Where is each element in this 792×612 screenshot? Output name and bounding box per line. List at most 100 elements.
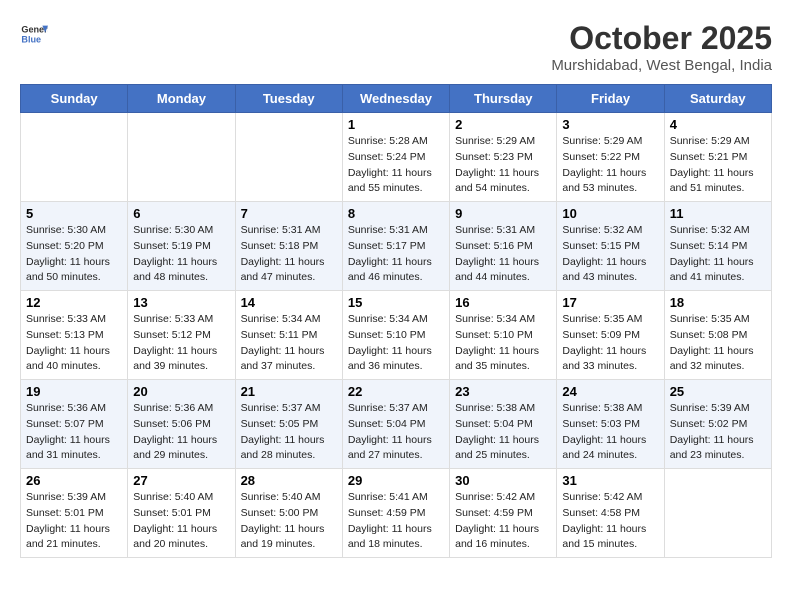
svg-text:Blue: Blue bbox=[21, 34, 41, 44]
calendar-cell: 4 Sunrise: 5:29 AMSunset: 5:21 PMDaylight… bbox=[664, 113, 771, 202]
calendar-week-row: 12 Sunrise: 5:33 AMSunset: 5:13 PMDayligh… bbox=[21, 291, 772, 380]
day-info: Sunrise: 5:29 AMSunset: 5:23 PMDaylight:… bbox=[455, 134, 551, 197]
day-of-week-header: Sunday bbox=[21, 85, 128, 113]
calendar-cell: 15 Sunrise: 5:34 AMSunset: 5:10 PMDayligh… bbox=[342, 291, 449, 380]
day-info: Sunrise: 5:29 AMSunset: 5:21 PMDaylight:… bbox=[670, 134, 766, 197]
day-info: Sunrise: 5:33 AMSunset: 5:12 PMDaylight:… bbox=[133, 312, 229, 375]
day-number: 31 bbox=[562, 473, 658, 488]
calendar-cell: 11Sunrise: 5:32 AMSunset: 5:14 PMDayligh… bbox=[664, 202, 771, 291]
day-number: 19 bbox=[26, 384, 122, 399]
day-number: 9 bbox=[455, 206, 551, 221]
day-number: 2 bbox=[455, 117, 551, 132]
calendar-cell: 22 Sunrise: 5:37 AMSunset: 5:04 PMDayligh… bbox=[342, 380, 449, 469]
day-info: Sunrise: 5:37 AMSunset: 5:05 PMDaylight:… bbox=[241, 401, 337, 464]
day-info: Sunrise: 5:40 AMSunset: 5:01 PMDaylight:… bbox=[133, 490, 229, 553]
day-info: Sunrise: 5:31 AMSunset: 5:18 PMDaylight:… bbox=[241, 223, 337, 286]
calendar-cell: 18 Sunrise: 5:35 AMSunset: 5:08 PMDayligh… bbox=[664, 291, 771, 380]
day-info: Sunrise: 5:31 AMSunset: 5:16 PMDaylight:… bbox=[455, 223, 551, 286]
calendar-cell: 29 Sunrise: 5:41 AMSunset: 4:59 PMDayligh… bbox=[342, 469, 449, 558]
calendar-week-row: 19Sunrise: 5:36 AMSunset: 5:07 PMDayligh… bbox=[21, 380, 772, 469]
day-info: Sunrise: 5:35 AMSunset: 5:09 PMDaylight:… bbox=[562, 312, 658, 375]
day-info: Sunrise: 5:35 AMSunset: 5:08 PMDaylight:… bbox=[670, 312, 766, 375]
calendar-cell: 21 Sunrise: 5:37 AMSunset: 5:05 PMDayligh… bbox=[235, 380, 342, 469]
location: Murshidabad, West Bengal, India bbox=[551, 57, 772, 74]
day-number: 1 bbox=[348, 117, 444, 132]
logo-icon: General Blue bbox=[20, 20, 48, 48]
day-number: 18 bbox=[670, 295, 766, 310]
calendar-cell: 26 Sunrise: 5:39 AMSunset: 5:01 PMDayligh… bbox=[21, 469, 128, 558]
day-number: 11 bbox=[670, 206, 766, 221]
calendar-cell: 14 Sunrise: 5:34 AMSunset: 5:11 PMDayligh… bbox=[235, 291, 342, 380]
day-info: Sunrise: 5:34 AMSunset: 5:10 PMDaylight:… bbox=[455, 312, 551, 375]
logo: General Blue bbox=[20, 20, 52, 48]
day-info: Sunrise: 5:42 AMSunset: 4:58 PMDaylight:… bbox=[562, 490, 658, 553]
day-number: 16 bbox=[455, 295, 551, 310]
day-info: Sunrise: 5:41 AMSunset: 4:59 PMDaylight:… bbox=[348, 490, 444, 553]
title-block: October 2025 Murshidabad, West Bengal, I… bbox=[551, 20, 772, 74]
day-number: 30 bbox=[455, 473, 551, 488]
calendar-cell: 7 Sunrise: 5:31 AMSunset: 5:18 PMDaylight… bbox=[235, 202, 342, 291]
day-number: 14 bbox=[241, 295, 337, 310]
day-info: Sunrise: 5:31 AMSunset: 5:17 PMDaylight:… bbox=[348, 223, 444, 286]
day-info: Sunrise: 5:37 AMSunset: 5:04 PMDaylight:… bbox=[348, 401, 444, 464]
day-info: Sunrise: 5:34 AMSunset: 5:11 PMDaylight:… bbox=[241, 312, 337, 375]
calendar-cell: 24 Sunrise: 5:38 AMSunset: 5:03 PMDayligh… bbox=[557, 380, 664, 469]
day-info: Sunrise: 5:32 AMSunset: 5:15 PMDaylight:… bbox=[562, 223, 658, 286]
day-number: 8 bbox=[348, 206, 444, 221]
calendar-cell bbox=[21, 113, 128, 202]
day-number: 5 bbox=[26, 206, 122, 221]
calendar-cell: 2 Sunrise: 5:29 AMSunset: 5:23 PMDaylight… bbox=[450, 113, 557, 202]
day-number: 13 bbox=[133, 295, 229, 310]
day-info: Sunrise: 5:38 AMSunset: 5:03 PMDaylight:… bbox=[562, 401, 658, 464]
day-number: 4 bbox=[670, 117, 766, 132]
calendar-week-row: 1Sunrise: 5:28 AMSunset: 5:24 PMDaylight… bbox=[21, 113, 772, 202]
calendar-cell: 1Sunrise: 5:28 AMSunset: 5:24 PMDaylight… bbox=[342, 113, 449, 202]
day-number: 24 bbox=[562, 384, 658, 399]
day-number: 27 bbox=[133, 473, 229, 488]
day-info: Sunrise: 5:33 AMSunset: 5:13 PMDaylight:… bbox=[26, 312, 122, 375]
day-info: Sunrise: 5:39 AMSunset: 5:01 PMDaylight:… bbox=[26, 490, 122, 553]
day-info: Sunrise: 5:34 AMSunset: 5:10 PMDaylight:… bbox=[348, 312, 444, 375]
day-number: 29 bbox=[348, 473, 444, 488]
page-header: General Blue October 2025 Murshidabad, W… bbox=[20, 20, 772, 74]
day-number: 21 bbox=[241, 384, 337, 399]
calendar-cell: 23Sunrise: 5:38 AMSunset: 5:04 PMDayligh… bbox=[450, 380, 557, 469]
calendar-cell: 3Sunrise: 5:29 AMSunset: 5:22 PMDaylight… bbox=[557, 113, 664, 202]
day-info: Sunrise: 5:30 AMSunset: 5:19 PMDaylight:… bbox=[133, 223, 229, 286]
day-of-week-header: Wednesday bbox=[342, 85, 449, 113]
day-number: 7 bbox=[241, 206, 337, 221]
calendar-cell: 20Sunrise: 5:36 AMSunset: 5:06 PMDayligh… bbox=[128, 380, 235, 469]
calendar-week-row: 26 Sunrise: 5:39 AMSunset: 5:01 PMDayligh… bbox=[21, 469, 772, 558]
calendar-cell: 25 Sunrise: 5:39 AMSunset: 5:02 PMDayligh… bbox=[664, 380, 771, 469]
day-number: 17 bbox=[562, 295, 658, 310]
day-number: 22 bbox=[348, 384, 444, 399]
calendar-table: SundayMondayTuesdayWednesdayThursdayFrid… bbox=[20, 84, 772, 558]
calendar-cell bbox=[235, 113, 342, 202]
day-info: Sunrise: 5:30 AMSunset: 5:20 PMDaylight:… bbox=[26, 223, 122, 286]
calendar-cell: 19Sunrise: 5:36 AMSunset: 5:07 PMDayligh… bbox=[21, 380, 128, 469]
day-number: 20 bbox=[133, 384, 229, 399]
calendar-cell: 30 Sunrise: 5:42 AMSunset: 4:59 PMDayligh… bbox=[450, 469, 557, 558]
day-number: 15 bbox=[348, 295, 444, 310]
month-title: October 2025 bbox=[551, 20, 772, 57]
day-info: Sunrise: 5:38 AMSunset: 5:04 PMDaylight:… bbox=[455, 401, 551, 464]
day-number: 3 bbox=[562, 117, 658, 132]
calendar-cell: 6 Sunrise: 5:30 AMSunset: 5:19 PMDaylight… bbox=[128, 202, 235, 291]
day-of-week-header: Saturday bbox=[664, 85, 771, 113]
day-number: 28 bbox=[241, 473, 337, 488]
day-info: Sunrise: 5:40 AMSunset: 5:00 PMDaylight:… bbox=[241, 490, 337, 553]
calendar-cell bbox=[128, 113, 235, 202]
day-number: 12 bbox=[26, 295, 122, 310]
calendar-cell: 8 Sunrise: 5:31 AMSunset: 5:17 PMDaylight… bbox=[342, 202, 449, 291]
calendar-week-row: 5 Sunrise: 5:30 AMSunset: 5:20 PMDaylight… bbox=[21, 202, 772, 291]
day-info: Sunrise: 5:39 AMSunset: 5:02 PMDaylight:… bbox=[670, 401, 766, 464]
day-number: 25 bbox=[670, 384, 766, 399]
day-of-week-header: Thursday bbox=[450, 85, 557, 113]
calendar-cell: 16 Sunrise: 5:34 AMSunset: 5:10 PMDayligh… bbox=[450, 291, 557, 380]
calendar-header-row: SundayMondayTuesdayWednesdayThursdayFrid… bbox=[21, 85, 772, 113]
calendar-cell: 28 Sunrise: 5:40 AMSunset: 5:00 PMDayligh… bbox=[235, 469, 342, 558]
day-info: Sunrise: 5:42 AMSunset: 4:59 PMDaylight:… bbox=[455, 490, 551, 553]
day-number: 6 bbox=[133, 206, 229, 221]
day-number: 10 bbox=[562, 206, 658, 221]
day-number: 26 bbox=[26, 473, 122, 488]
